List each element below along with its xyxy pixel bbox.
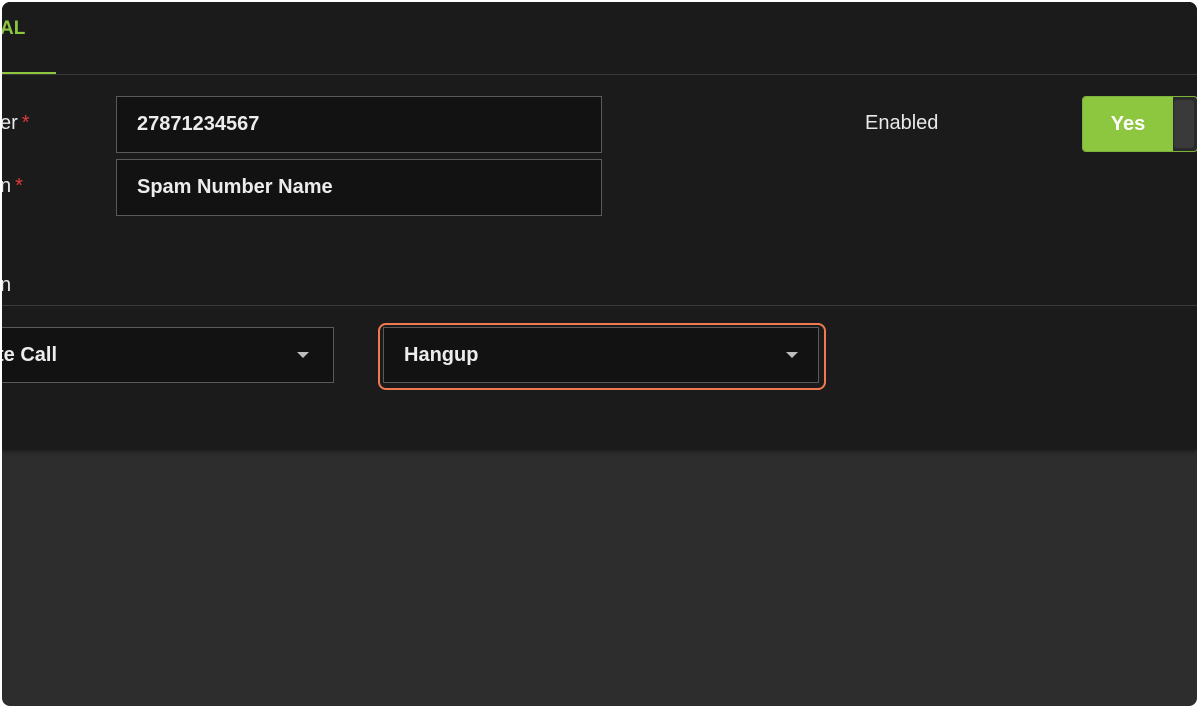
number-label: er * xyxy=(2,112,30,135)
section-divider xyxy=(2,305,1197,306)
tab-general[interactable]: AL xyxy=(2,18,25,40)
app-window: AL er * 27871234567 n * Spam Number Name E… xyxy=(2,2,1197,706)
name-label-text: n xyxy=(2,175,12,197)
name-label: n * xyxy=(2,175,23,198)
form-panel: AL er * 27871234567 n * Spam Number Name E… xyxy=(2,2,1197,450)
enabled-toggle[interactable]: Yes xyxy=(1082,96,1197,152)
name-field-value: Spam Number Name xyxy=(137,176,333,198)
enabled-label: Enabled xyxy=(865,112,939,134)
chevron-down-icon xyxy=(297,352,309,358)
section-heading: n xyxy=(2,274,12,296)
number-field-value: 27871234567 xyxy=(137,113,260,135)
number-label-text: er xyxy=(2,112,18,134)
action-select-first[interactable]: te Call xyxy=(2,327,334,383)
required-marker: * xyxy=(15,175,23,197)
toggle-yes-label: Yes xyxy=(1083,97,1173,151)
action-select-first-value: te Call xyxy=(2,343,58,366)
required-marker: * xyxy=(21,112,30,134)
focus-highlight xyxy=(378,323,826,390)
name-field[interactable]: Spam Number Name xyxy=(116,159,602,216)
tab-divider xyxy=(2,74,1197,75)
number-field[interactable]: 27871234567 xyxy=(116,96,602,153)
toggle-knob xyxy=(1174,100,1194,148)
